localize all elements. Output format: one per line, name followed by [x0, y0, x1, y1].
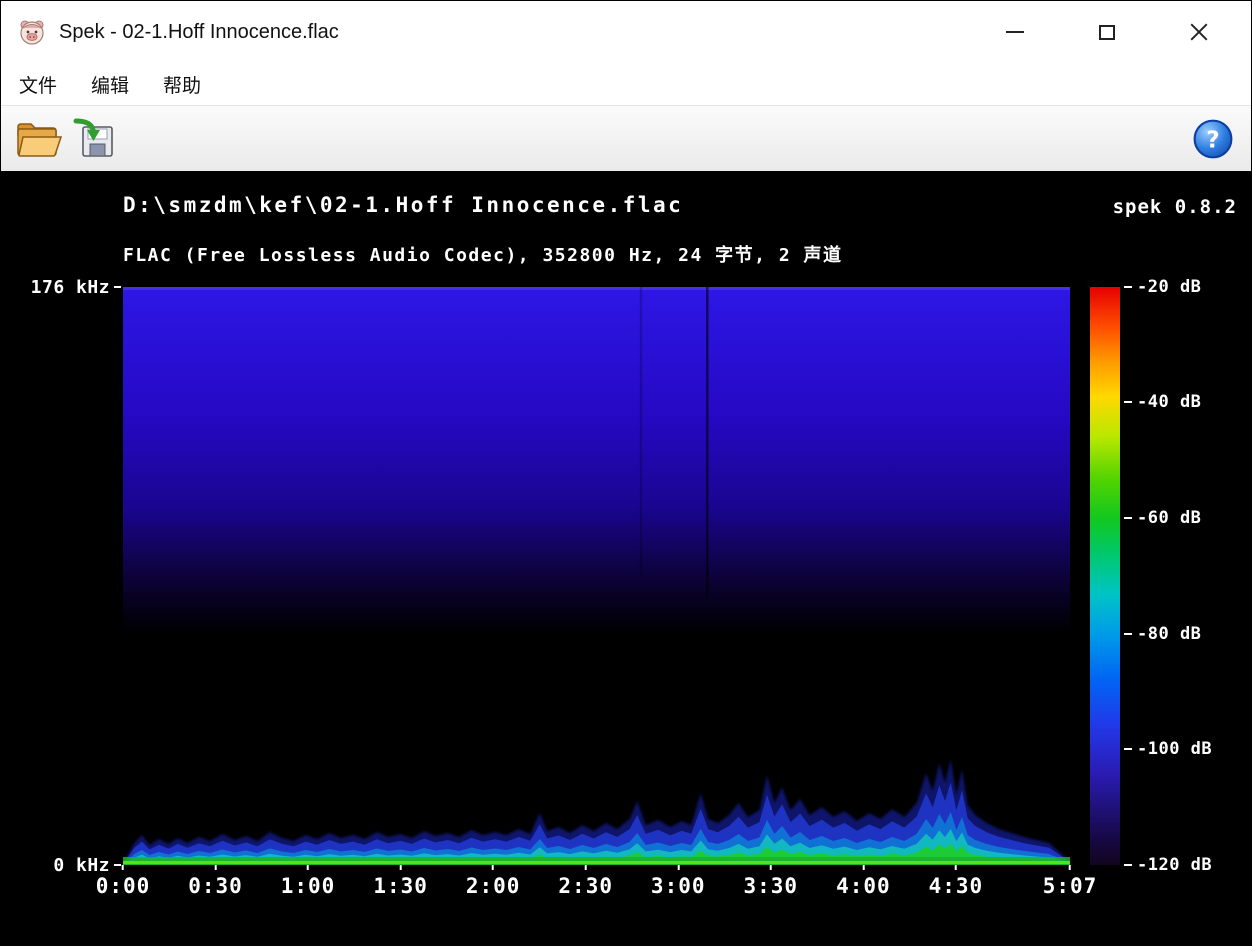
time-tick — [122, 865, 124, 870]
menu-edit[interactable]: 编辑 — [91, 71, 129, 98]
help-icon: ? — [1192, 118, 1234, 160]
menu-file[interactable]: 文件 — [19, 71, 57, 98]
time-tick — [215, 865, 217, 870]
toolbar: ? — [1, 105, 1251, 171]
maximize-button[interactable] — [1085, 12, 1129, 52]
time-label: 2:30 — [558, 865, 613, 898]
db-tick — [1124, 286, 1132, 288]
time-label: 3:00 — [651, 865, 706, 898]
minimize-icon — [1006, 31, 1024, 33]
time-label: 2:00 — [466, 865, 521, 898]
time-label: 0:00 — [96, 865, 151, 898]
spek-window: Spek - 02-1.Hoff Innocence.flac 文件 编辑 帮助 — [0, 0, 1252, 946]
save-disk-icon — [71, 117, 119, 161]
db-tick — [1124, 748, 1132, 750]
db-text: -60 dB — [1137, 508, 1201, 528]
help-button[interactable]: ? — [1185, 110, 1241, 168]
time-tick — [677, 865, 679, 870]
spectrogram-plot — [123, 287, 1070, 865]
close-button[interactable] — [1177, 12, 1221, 52]
time-label: 3:30 — [743, 865, 798, 898]
time-text: 2:30 — [558, 874, 613, 898]
open-file-button[interactable] — [11, 110, 67, 168]
db-tick — [1124, 864, 1132, 866]
time-text: 1:00 — [281, 874, 336, 898]
time-tick — [400, 865, 402, 870]
db-tick — [1124, 517, 1132, 519]
spectrogram-panel: D:\smzdm\kef\02-1.Hoff Innocence.flac sp… — [1, 171, 1251, 945]
db-label: -80 dB — [1124, 623, 1201, 645]
time-label: 5:07 — [1043, 865, 1098, 898]
time-tick — [1069, 865, 1071, 870]
time-tick — [307, 865, 309, 870]
time-label: 0:30 — [188, 865, 243, 898]
db-label: -60 dB — [1124, 507, 1201, 529]
db-label: -100 dB — [1124, 738, 1212, 760]
app-icon — [17, 17, 47, 47]
spek-version: spek 0.8.2 — [1113, 196, 1237, 218]
minimize-button[interactable] — [993, 12, 1037, 52]
menu-help[interactable]: 帮助 — [163, 71, 201, 98]
time-text: 3:00 — [651, 874, 706, 898]
folder-open-icon — [15, 117, 63, 161]
time-tick — [770, 865, 772, 870]
time-label: 1:00 — [281, 865, 336, 898]
db-text: -80 dB — [1137, 624, 1201, 644]
time-tick — [585, 865, 587, 870]
time-text: 0:30 — [188, 874, 243, 898]
time-tick — [862, 865, 864, 870]
time-text: 3:30 — [743, 874, 798, 898]
menubar: 文件 编辑 帮助 — [1, 63, 1251, 105]
time-tick — [492, 865, 494, 870]
window-title: Spek - 02-1.Hoff Innocence.flac — [59, 21, 339, 44]
time-text: 1:30 — [373, 874, 428, 898]
db-label: -120 dB — [1124, 854, 1212, 876]
time-text: 0:00 — [96, 874, 151, 898]
time-label: 4:00 — [836, 865, 891, 898]
db-colorbar — [1090, 287, 1120, 865]
titlebar[interactable]: Spek - 02-1.Hoff Innocence.flac — [1, 1, 1251, 63]
freq-label-max: 176 kHz — [1, 276, 121, 298]
db-tick — [1124, 633, 1132, 635]
time-tick — [955, 865, 957, 870]
format-info: FLAC (Free Lossless Audio Codec), 352800… — [123, 241, 843, 267]
db-text: -120 dB — [1137, 855, 1212, 875]
freq-max-text: 176 kHz — [31, 277, 110, 298]
db-label: -20 dB — [1124, 276, 1201, 298]
db-text: -20 dB — [1137, 277, 1201, 297]
close-icon — [1189, 22, 1209, 42]
db-label: -40 dB — [1124, 391, 1201, 413]
db-text: -40 dB — [1137, 392, 1201, 412]
time-label: 4:30 — [929, 865, 984, 898]
file-path: D:\smzdm\kef\02-1.Hoff Innocence.flac — [123, 193, 683, 217]
db-tick — [1124, 401, 1132, 403]
db-text: -100 dB — [1137, 739, 1212, 759]
freq-tick — [114, 286, 121, 288]
svg-text:?: ? — [1206, 127, 1219, 153]
time-text: 5:07 — [1043, 874, 1098, 898]
time-text: 2:00 — [466, 874, 521, 898]
maximize-icon — [1099, 25, 1115, 40]
time-text: 4:30 — [929, 874, 984, 898]
time-label: 1:30 — [373, 865, 428, 898]
window-controls — [993, 12, 1251, 52]
save-spectrogram-button[interactable] — [67, 110, 123, 168]
time-text: 4:00 — [836, 874, 891, 898]
time-axis: 0:00 0:30 1:00 1:30 2:00 2:30 3:00 3:30 … — [123, 865, 1070, 911]
